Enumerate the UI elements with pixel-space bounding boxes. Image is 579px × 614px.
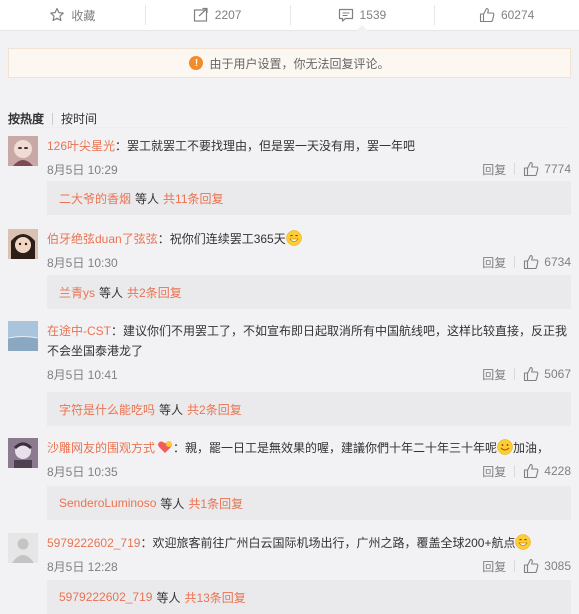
comment-like-count: 5067	[544, 367, 571, 381]
meta-divider	[514, 368, 516, 380]
sub-reply-mid: 等人	[160, 496, 185, 511]
sub-reply-user[interactable]: 兰青ys	[59, 284, 95, 301]
username-link[interactable]: 126叶尖星光	[47, 139, 115, 153]
grin-emoji-icon	[515, 534, 532, 550]
comment-meta: 8月5日 10:30 回复 6734	[47, 253, 571, 271]
like-count: 60274	[500, 8, 535, 22]
sub-reply-user[interactable]: SenderoLuminoso	[59, 496, 156, 510]
sort-by-hot[interactable]: 按热度	[8, 110, 44, 127]
meta-divider	[514, 560, 516, 572]
sub-reply-count[interactable]: 共1条回复	[188, 495, 243, 512]
reply-button[interactable]: 回复	[482, 161, 506, 178]
comment-like-button[interactable]: 7774	[523, 161, 571, 177]
smile-emoji-icon	[497, 439, 513, 455]
notice-bar: ! 由于用户设置，你无法回复评论。	[8, 48, 571, 78]
comment-like-count: 6734	[544, 255, 571, 269]
username-link[interactable]: 伯牙绝弦duan了弦弦	[47, 232, 158, 246]
avatar[interactable]	[8, 229, 38, 259]
comment-like-count: 7774	[544, 162, 571, 176]
sub-replies-link[interactable]: 兰青ys 等人 共2条回复	[47, 275, 571, 309]
comment-text: 伯牙绝弦duan了弦弦：祝你们连续罢工365天	[47, 229, 571, 249]
comment-like-button[interactable]: 6734	[523, 254, 571, 270]
username-link[interactable]: 沙雕网友的围观方式	[47, 441, 155, 455]
comment-meta: 8月5日 10:35 回复 4228	[47, 462, 571, 480]
comment-tab[interactable]: 1539	[289, 0, 435, 32]
sub-replies-link[interactable]: 字符是什么能吃吗 等人 共2条回复	[47, 392, 571, 426]
sub-reply-user[interactable]: 二大爷的香烟	[59, 190, 131, 207]
comment-like-button[interactable]: 4228	[523, 463, 571, 479]
sub-reply-mid: 等人	[99, 285, 124, 300]
comment-like-count: 3085	[544, 559, 571, 573]
comment-time: 8月5日 10:41	[47, 367, 118, 382]
sub-replies-link[interactable]: 二大爷的香烟 等人 共11条回复	[47, 181, 571, 215]
username-link[interactable]: 在途中-CST	[47, 324, 111, 338]
reply-button[interactable]: 回复	[482, 254, 506, 271]
sub-reply-count[interactable]: 共2条回复	[187, 401, 242, 418]
comment-text: 126叶尖星光：罢工就罢工不要找理由，但是罢一天没有用，罢一年吧	[47, 139, 416, 153]
sort-by-time[interactable]: 按时间	[61, 110, 97, 127]
sub-reply-count[interactable]: 共13条回复	[184, 589, 245, 606]
thumbs-up-icon	[523, 558, 539, 574]
comment-count: 1539	[359, 8, 387, 22]
warning-icon: !	[189, 56, 204, 70]
sort-switch: 按热度 按时间	[8, 110, 97, 127]
comment-meta: 8月5日 10:29 回复 7774	[47, 160, 571, 178]
sort-divider	[52, 112, 54, 125]
sub-reply-user[interactable]: 字符是什么能吃吗	[59, 401, 155, 418]
share-button[interactable]: 2207	[144, 0, 290, 31]
comment-text: 在途中-CST：建议你们不用罢工了，不如宣布即日起取消所有中国航线吧，这样比较直…	[47, 324, 568, 358]
comment-text: 5979222602_719：欢迎旅客前往广州白云国际机场出行，广州之路，覆盖全…	[47, 533, 571, 553]
avatar[interactable]	[8, 533, 38, 563]
meta-divider	[514, 465, 516, 477]
favorite-button[interactable]: 收藏	[0, 0, 145, 31]
reply-button[interactable]: 回复	[482, 463, 506, 480]
meta-divider	[514, 163, 516, 175]
notice-text: 由于用户设置，你无法回复评论。	[209, 56, 390, 71]
sub-replies-link[interactable]: SenderoLuminoso 等人 共1条回复	[47, 486, 571, 520]
username-link[interactable]: 5979222602_719	[47, 536, 140, 550]
thumbs-up-icon	[523, 161, 539, 177]
comment-icon	[338, 7, 354, 23]
sub-reply-count[interactable]: 共11条回复	[163, 190, 223, 207]
reply-button[interactable]: 回复	[482, 366, 506, 383]
reply-button[interactable]: 回复	[482, 558, 506, 575]
sub-reply-user[interactable]: 5979222602_719	[59, 590, 152, 604]
avatar[interactable]	[8, 321, 38, 351]
like-button[interactable]: 60274	[434, 0, 579, 31]
sub-reply-mid: 等人	[156, 590, 181, 605]
sub-replies-link[interactable]: 5979222602_719 等人 共13条回复	[47, 580, 571, 614]
sub-reply-mid: 等人	[135, 191, 160, 206]
share-count: 2207	[214, 8, 242, 22]
grin-emoji-icon	[285, 230, 302, 246]
comment-text: 沙雕网友的围观方式 ：親，罷一日工是無效果的喔，建議你們十年二十年三十年呢 加油，	[47, 439, 550, 455]
favorite-label: 收藏	[71, 8, 96, 23]
comment-like-button[interactable]: 5067	[523, 366, 571, 382]
avatar[interactable]	[8, 438, 38, 468]
comment-meta: 8月5日 12:28 回复 3085	[47, 557, 571, 575]
comment-meta: 8月5日 10:41 回复 5067	[47, 365, 571, 383]
thumbs-up-icon	[523, 254, 539, 270]
thumbs-up-icon	[523, 366, 539, 382]
action-bar: 收藏 2207 1539 60274	[0, 0, 579, 32]
meta-divider	[514, 256, 516, 268]
comment-time: 8月5日 10:30	[47, 255, 118, 270]
thumbs-up-icon	[479, 7, 495, 23]
comment-time: 8月5日 10:29	[47, 162, 118, 177]
comment-time: 8月5日 12:28	[47, 559, 118, 574]
heart-badge-icon	[157, 440, 173, 454]
sort-divider-line	[8, 127, 571, 128]
comment-like-button[interactable]: 3085	[523, 558, 571, 574]
thumbs-up-icon	[523, 463, 539, 479]
share-icon	[193, 7, 209, 23]
avatar[interactable]	[8, 136, 38, 166]
comment-time: 8月5日 10:35	[47, 464, 118, 479]
sub-reply-count[interactable]: 共2条回复	[127, 284, 182, 301]
comment-like-count: 4228	[544, 464, 571, 478]
sub-reply-mid: 等人	[159, 402, 184, 417]
star-icon	[49, 7, 65, 23]
